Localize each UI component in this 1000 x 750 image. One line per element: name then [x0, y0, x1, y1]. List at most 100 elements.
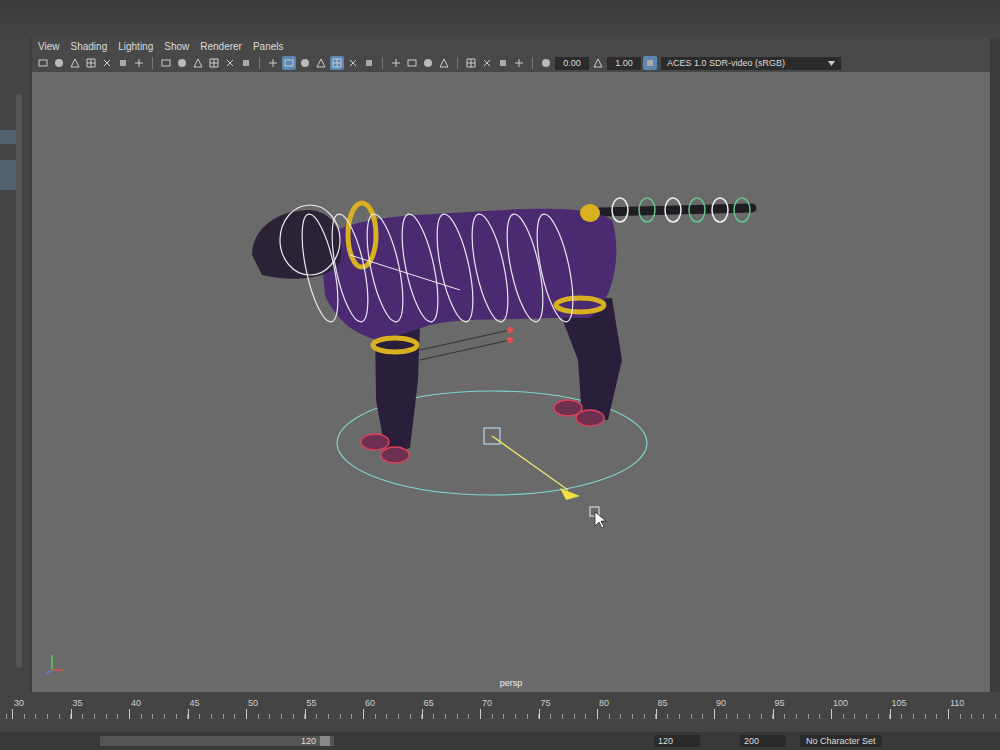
foot-control[interactable]: [361, 434, 389, 450]
toolbar-button[interactable]: [405, 56, 419, 70]
top-strip: [0, 0, 1000, 38]
toolbar-button[interactable]: [159, 56, 173, 70]
toolbar-button[interactable]: [191, 56, 205, 70]
tick-mark: [246, 709, 247, 719]
foot-control[interactable]: [381, 447, 409, 463]
spine-control[interactable]: [500, 211, 550, 324]
pole-line: [420, 330, 510, 350]
axis-y-icon: [51, 655, 53, 670]
toolbar-separator: [532, 57, 533, 69]
toolbar-group: [389, 56, 451, 70]
tick: 110: [948, 698, 1000, 722]
toolbar-button[interactable]: [223, 56, 237, 70]
toolbar-button[interactable]: [362, 56, 376, 70]
tool-icon: [331, 57, 343, 69]
tick: 75: [539, 698, 598, 722]
toolbar-button[interactable]: [330, 56, 344, 70]
tool-icon: [315, 57, 327, 69]
left-scrollbar[interactable]: [16, 94, 22, 668]
toolbar-button[interactable]: [100, 56, 114, 70]
tail-control[interactable]: [689, 198, 705, 222]
tool-icon: [644, 57, 656, 69]
toolbar-button[interactable]: [68, 56, 82, 70]
tool-icon: [133, 57, 145, 69]
end-field[interactable]: 120: [654, 735, 700, 747]
exposure-field[interactable]: 0.00: [555, 57, 589, 70]
tick-mark: [597, 709, 598, 719]
axis-x-icon: [52, 669, 64, 671]
tool-icon: [37, 57, 49, 69]
spine-control[interactable]: [295, 211, 345, 324]
direction-arrow[interactable]: [560, 488, 580, 500]
toolbar-button[interactable]: [346, 56, 360, 70]
menu-item[interactable]: Lighting: [118, 41, 153, 52]
toolbar-button[interactable]: [52, 56, 66, 70]
tool-icon: [422, 57, 434, 69]
menu-item[interactable]: View: [38, 41, 60, 52]
tick-mark: [480, 709, 481, 719]
toolbar-button[interactable]: [389, 56, 403, 70]
rig-drawing[interactable]: [32, 72, 990, 692]
tick: 90: [714, 698, 773, 722]
color-space-dropdown[interactable]: ACES 1.0 SDR-video (sRGB): [661, 57, 841, 70]
toolbar-button[interactable]: [298, 56, 312, 70]
menu-item[interactable]: Shading: [71, 41, 108, 52]
tool-icon: [592, 57, 604, 69]
tail-control[interactable]: [612, 198, 628, 222]
tool-icon: [69, 57, 81, 69]
tick-mark: [71, 709, 72, 719]
character-set[interactable]: No Character Set: [800, 735, 882, 747]
toolbar-button[interactable]: [282, 56, 296, 70]
toolbar-button[interactable]: [116, 56, 130, 70]
menu-item[interactable]: Renderer: [200, 41, 242, 52]
toolbar-separator: [382, 57, 383, 69]
tick-mark: [714, 709, 715, 719]
toolbar-button[interactable]: [421, 56, 435, 70]
tool-icon: [390, 57, 402, 69]
pole-control[interactable]: [507, 327, 513, 333]
toolbar-button[interactable]: [239, 56, 253, 70]
toolbar-button[interactable]: [207, 56, 221, 70]
camera-label: persp: [32, 678, 990, 688]
tool-icon: [240, 57, 252, 69]
range-start: 120: [301, 736, 316, 746]
panel-toolbar: 0.00 1.00 ACES 1.0 SDR-video (sRGB): [32, 54, 990, 72]
tail-control[interactable]: [712, 198, 728, 222]
tool-icon: [513, 57, 525, 69]
tick: 85: [656, 698, 715, 722]
left-panel: [0, 38, 30, 692]
toolbar-button[interactable]: [591, 56, 605, 70]
menu-item[interactable]: Panels: [253, 41, 284, 52]
toolbar-button[interactable]: [437, 56, 451, 70]
toolbar-button[interactable]: [84, 56, 98, 70]
head-control[interactable]: [280, 205, 340, 275]
tick-label: 70: [482, 698, 492, 709]
toolbar-button[interactable]: [266, 56, 280, 70]
toolbar-button[interactable]: [314, 56, 328, 70]
menu-item[interactable]: Show: [164, 41, 189, 52]
spine-control[interactable]: [530, 211, 580, 324]
tail-control[interactable]: [665, 198, 681, 222]
toolbar-button[interactable]: [464, 56, 478, 70]
toolbar-button[interactable]: [175, 56, 189, 70]
pole-control[interactable]: [507, 337, 513, 343]
toolbar-button[interactable]: [539, 56, 553, 70]
toolbar-button[interactable]: [512, 56, 526, 70]
range-slider[interactable]: 120: [100, 736, 334, 746]
gamma-field[interactable]: 1.00: [607, 57, 641, 70]
tick-mark: [656, 709, 657, 719]
toolbar-button[interactable]: [496, 56, 510, 70]
tick-mark: [305, 709, 306, 719]
toolbar-button[interactable]: [132, 56, 146, 70]
toolbar-button[interactable]: [643, 56, 657, 70]
toolbar-button[interactable]: [480, 56, 494, 70]
toolbar-button[interactable]: [36, 56, 50, 70]
tick: 60: [363, 698, 422, 722]
max-field[interactable]: 200: [740, 735, 786, 747]
foot-control[interactable]: [576, 410, 604, 426]
time-slider[interactable]: 3035404550556065707580859095100105110: [0, 692, 1000, 732]
range-handle[interactable]: [320, 736, 330, 746]
viewport-canvas[interactable]: persp: [32, 72, 990, 692]
tail-control[interactable]: [734, 198, 750, 222]
tail-control[interactable]: [639, 198, 655, 222]
